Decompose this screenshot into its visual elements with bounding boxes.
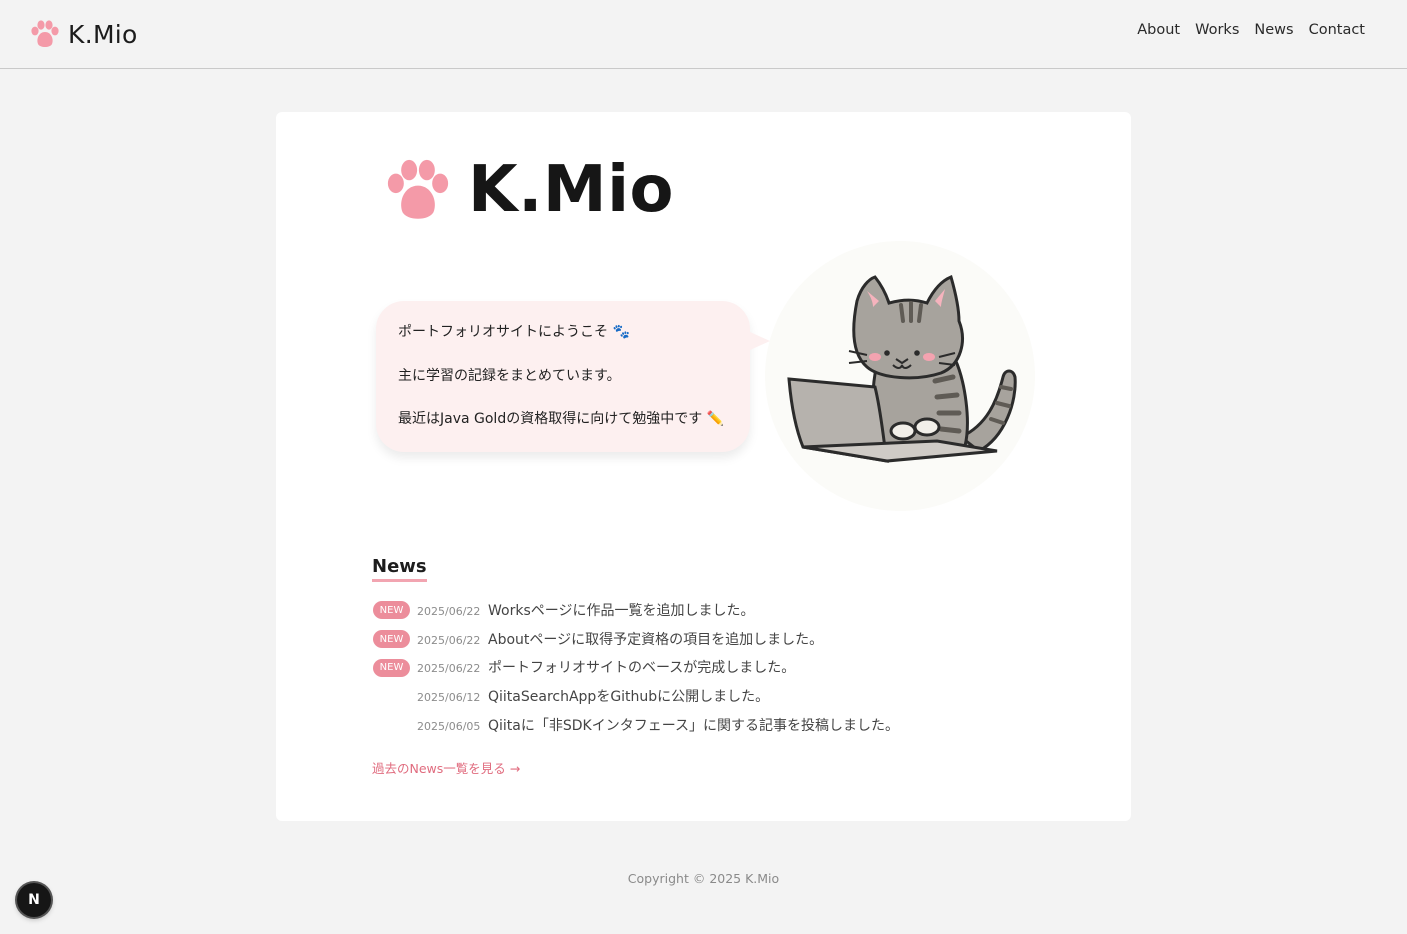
speech-bubble: ポートフォリオサイトにようこそ 🐾 主に学習の記録をまとめています。 最近はJa… [376,301,770,452]
brand-name: K.Mio [68,19,138,49]
news-text: QiitaSearchAppをGithubに公開しました。 [488,689,770,706]
bubble-line-summary: 主に学習の記録をまとめています。 [398,367,621,384]
news-date: 2025/06/22 [417,605,481,618]
news-date: 2025/06/05 [417,719,481,733]
nav-works[interactable]: Works [1195,22,1239,38]
nav-about[interactable]: About [1137,22,1180,38]
news-archive-link[interactable]: 過去のNews一覧を見る → [372,758,520,777]
dev-tools-button[interactable]: N [17,883,51,917]
news-date: 2025/06/12 [417,691,481,705]
news-item: NEW 2025/06/22 Aboutページに取得予定資格の項目を追加しました… [372,625,1032,654]
paw-icon [387,159,449,219]
news-item: NEW 2025/06/22 ポートフォリオサイトのベースが完成しました。 [372,653,1032,682]
new-badge: NEW [373,630,410,649]
news-text: Aboutページに取得予定資格の項目を追加しました。 [488,631,824,648]
news-text: ポートフォリオサイトのベースが完成しました。 [488,660,796,677]
nav-news[interactable]: News [1254,22,1293,38]
news-text: Worksページに作品一覧を追加しました。 [488,603,755,619]
news-item: 2025/06/05 Qiitaに「非SDKインタフェース」に関する記事を投稿し… [372,711,1032,740]
bubble-line-welcome: ポートフォリオサイトにようこそ 🐾 [398,324,630,340]
bubble-line-status: 最近はJava Goldの資格取得に向けて勉強中です ✏️ [398,411,725,427]
cat-illustration [765,241,1035,511]
new-badge: NEW [373,601,410,620]
news-date: 2025/06/22 [417,662,481,676]
new-badge: NEW [373,658,410,677]
main-nav: About Works News Contact [1137,22,1365,38]
copyright-text: Copyright © 2025 K.Mio [627,871,780,886]
site-footer: Copyright © 2025 K.Mio [0,871,1407,886]
news-item: NEW 2025/06/22 Worksページに作品一覧を追加しました。 [372,596,1032,625]
dev-badge-label: N [28,892,40,908]
hero-name: K.Mio [468,153,674,227]
news-text: Qiitaに「非SDKインタフェース」に関する記事を投稿しました。 [488,717,900,734]
site-header: K.Mio About Works News Contact [0,0,1407,69]
news-heading: News [372,556,427,582]
cat-with-laptop-icon [787,274,1017,463]
hero-title: K.Mio [384,150,674,230]
nav-contact[interactable]: Contact [1309,22,1365,38]
paw-icon [31,20,59,47]
news-list: NEW 2025/06/22 Worksページに作品一覧を追加しました。 NEW… [372,596,1032,739]
brand-home-link[interactable]: K.Mio [30,16,138,52]
news-date: 2025/06/22 [417,633,481,647]
news-item: 2025/06/12 QiitaSearchAppをGithubに公開しました。 [372,682,1032,711]
main-card: K.Mio ポートフォリオサイトにようこそ 🐾 主に学習の記録をまとめています。… [276,112,1131,821]
